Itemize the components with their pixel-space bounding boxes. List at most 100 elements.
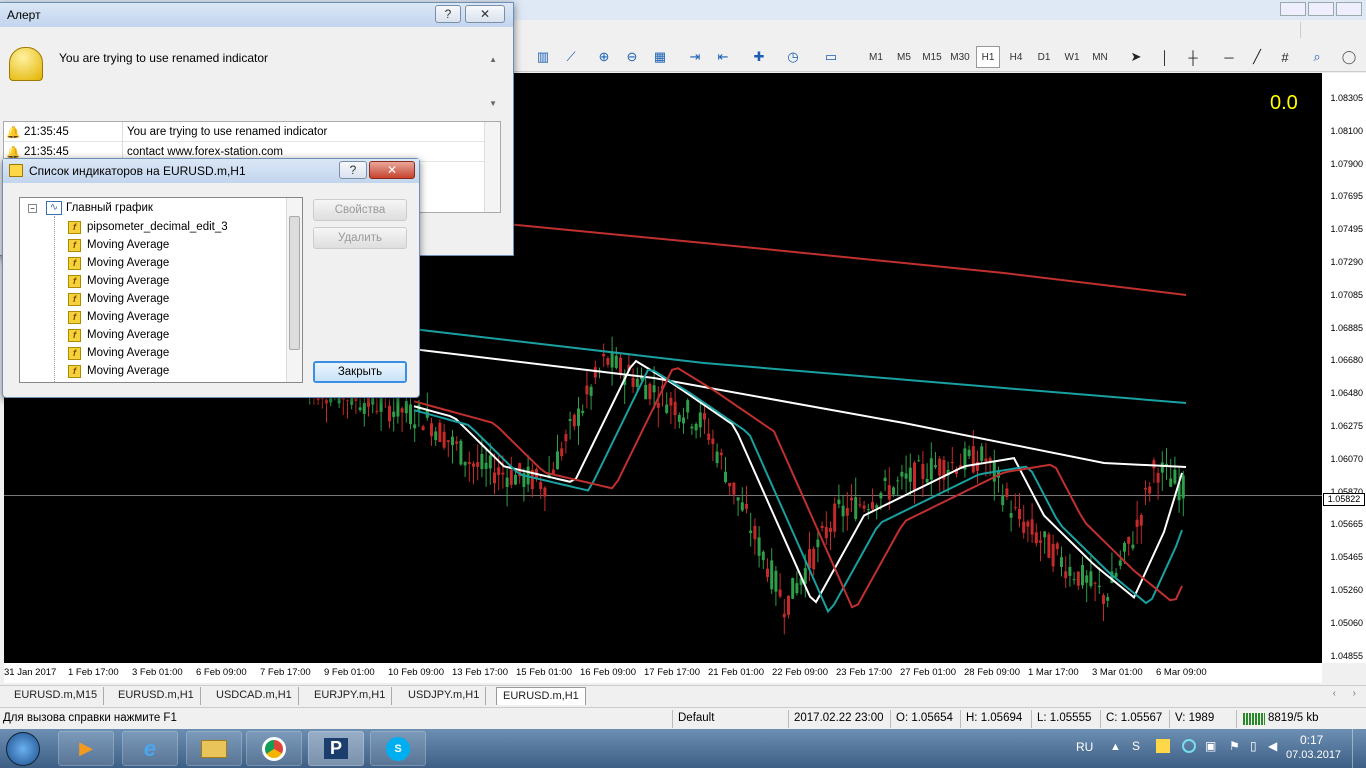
tray-flag-icon[interactable]: ⚑ [1229,739,1240,753]
skype-icon[interactable]: S [370,731,426,766]
tray-note-icon[interactable] [1156,739,1170,753]
timeframe-m30[interactable]: M30 [948,46,972,68]
alert-close-button[interactable]: ✕ [465,5,505,23]
tree-scroll-thumb[interactable] [289,216,300,350]
tray-arrow-icon[interactable]: ▲ [1110,741,1121,753]
crosshair-icon[interactable]: ┼ [1184,48,1202,66]
timeframe-d1[interactable]: D1 [1032,46,1056,68]
delete-button[interactable]: Удалить [313,227,407,249]
cursor-icon[interactable]: ➤ [1127,48,1145,66]
indicator-item[interactable]: f Moving Average [68,362,169,380]
network-icon[interactable]: ▯ [1250,739,1257,753]
close-window-button[interactable] [1336,2,1362,16]
tab-scroll-right-icon[interactable]: › [1353,688,1356,699]
scroll-up-icon[interactable]: ▲ [489,55,497,64]
indicator-item[interactable]: f Moving Average [68,308,169,326]
tree-root-label[interactable]: Главный график [66,202,153,214]
indicator-item[interactable]: f Moving Average [68,272,169,290]
mdi-window-controls[interactable] [1300,22,1360,38]
price-tick-label: 1.07495 [1330,224,1363,235]
fibonacci-icon[interactable]: # [1276,48,1294,66]
clock-date[interactable]: 07.03.2017 [1286,749,1341,761]
tab-eurusd-h1[interactable]: EURUSD.m,H1 [112,687,201,705]
taskbar: ▶ e P S RU ▲ S ▣ ⚑ ▯ ◀ 0:17 07.03.2017 [0,729,1366,768]
language-indicator[interactable]: RU [1076,740,1093,754]
zoom-in-icon[interactable]: ⊕ [595,48,613,66]
candle-body [824,526,828,539]
tile-windows-icon[interactable]: ▦ [651,48,669,66]
indicator-item[interactable]: f Moving Average [68,290,169,308]
timeframe-m1[interactable]: M1 [864,46,888,68]
scroll-down-icon[interactable]: ▼ [489,99,497,108]
candle-body [409,404,412,425]
chrome-icon[interactable] [246,731,302,766]
tab-eurusd-h1-active[interactable]: EURUSD.m,H1 [496,687,586,705]
volume-icon[interactable]: ◀ [1268,739,1277,753]
candle-body [711,438,715,445]
search-icon[interactable]: ⌕ [1308,48,1326,66]
trendline-icon[interactable]: ╱ [1248,48,1266,66]
price-tick-label: 1.06070 [1330,453,1363,464]
tab-eurjpy-h1[interactable]: EURJPY.m,H1 [308,687,393,705]
show-desktop-button[interactable] [1352,729,1366,768]
candle-body [694,424,698,431]
log-scrollbar[interactable] [484,122,500,212]
templates-icon[interactable]: ▭ [822,48,840,66]
bar-chart-icon[interactable]: ▥ [534,48,552,66]
tab-usdjpy-h1[interactable]: USDJPY.m,H1 [402,687,487,705]
close-button[interactable]: Закрыть [313,361,407,383]
indicators-close-x-button[interactable]: ✕ [369,161,415,179]
indicator-item[interactable]: f Moving Average [68,344,169,362]
tray-sync-icon[interactable] [1182,739,1196,753]
line-chart-icon[interactable]: ⟋ [562,48,580,66]
candle-body [740,502,744,511]
indicator-item[interactable]: f Moving Average [68,254,169,272]
timeframe-h4[interactable]: H4 [1004,46,1028,68]
candle-body [795,583,799,594]
indicator-item[interactable]: f Moving Average [68,326,169,344]
minimize-button[interactable] [1280,2,1306,16]
indicator-icon: f [68,274,81,288]
timeframe-m15[interactable]: M15 [920,46,944,68]
zoom-out-icon[interactable]: ⊖ [623,48,641,66]
chart-shift-icon[interactable]: ⇤ [714,48,732,66]
metatrader-icon[interactable]: P [308,731,364,766]
chat-icon[interactable]: ◯ [1340,48,1358,66]
restore-button[interactable] [1308,2,1334,16]
media-player-icon[interactable]: ▶ [58,731,114,766]
auto-scroll-icon[interactable]: ⇥ [686,48,704,66]
timeframe-w1[interactable]: W1 [1060,46,1084,68]
status-bar: Для вызова справки нажмите F1 Default 20… [0,707,1366,729]
file-explorer-icon[interactable] [186,731,242,766]
indicators-icon[interactable]: ✚ [750,48,768,66]
indicator-item[interactable]: f pipsometer_decimal_edit_3 [68,218,228,236]
collapse-icon[interactable]: − [28,204,37,213]
properties-button[interactable]: Свойства [313,199,407,221]
alert-help-button[interactable]: ? [435,5,461,23]
log-row[interactable]: 🔔 21:35:45 You are trying to use renamed… [4,121,486,142]
horizontal-line-icon[interactable]: ─ [1220,48,1238,66]
tab-scroll-left-icon[interactable]: ‹ [1333,688,1336,699]
timeframe-m5[interactable]: M5 [892,46,916,68]
clock-time[interactable]: 0:17 [1300,733,1323,747]
start-button[interactable] [6,732,40,766]
status-profile[interactable]: Default [678,712,714,724]
timeframe-h1[interactable]: H1 [976,46,1000,68]
internet-explorer-icon[interactable]: e [122,731,178,766]
timeframe-mn[interactable]: MN [1088,46,1112,68]
candle-body [484,462,488,469]
indicators-help-button[interactable]: ? [339,161,367,179]
candle-body [375,410,379,412]
candle-body [430,423,433,437]
indicators-tree[interactable]: − ∿ Главный график f pipsometer_decimal_e… [19,197,303,383]
tray-device-icon[interactable]: ▣ [1205,739,1216,753]
candle-body [400,408,404,413]
vertical-line-icon[interactable]: │ [1156,48,1174,66]
indicator-item[interactable]: f Moving Average [68,236,169,254]
tab-eurusd-m15[interactable]: EURUSD.m,M15 [8,687,105,705]
tree-scrollbar[interactable] [286,198,302,382]
tab-usdcad-h1[interactable]: USDCAD.m,H1 [210,687,299,705]
candle-body [770,560,774,590]
tray-skype-icon[interactable]: S [1132,739,1140,753]
periods-icon[interactable]: ◷ [784,48,802,66]
